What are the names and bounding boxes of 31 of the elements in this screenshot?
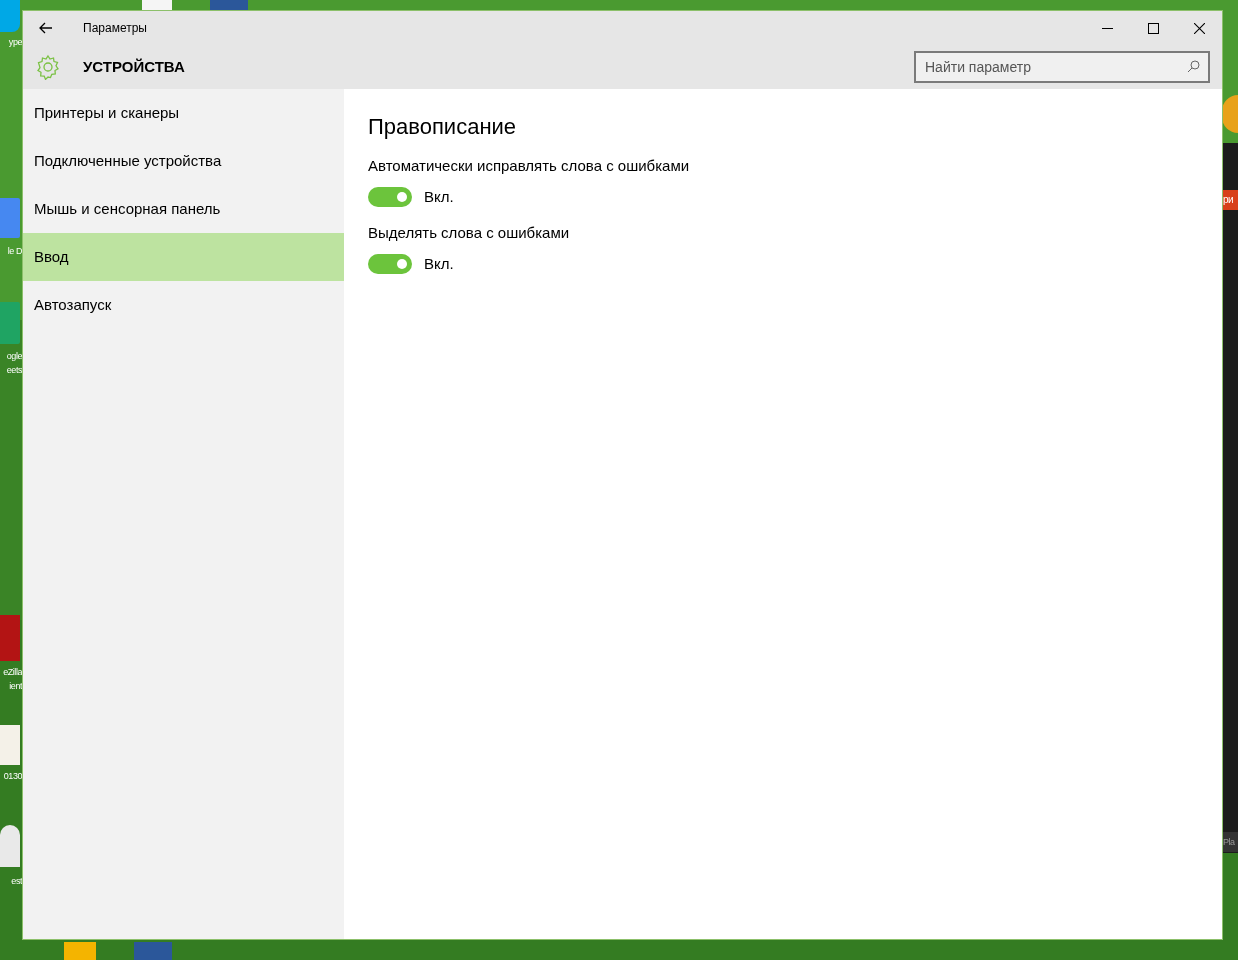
desktop-icon-label: 0130 [3, 770, 22, 783]
desktop-icon-label: le D [7, 245, 22, 258]
page-heading: Правописание [368, 113, 518, 141]
toggle-switch[interactable] [368, 253, 412, 274]
desktop-icon-label: eZilla [3, 666, 22, 679]
desktop-icon-label: ype [8, 36, 22, 49]
setting-label: Автоматически исправлять слова с ошибками [368, 156, 691, 176]
app-button[interactable]: ри [1223, 190, 1238, 210]
window-title: Параметры [83, 20, 147, 37]
search-icon [1187, 60, 1200, 73]
close-icon [1193, 22, 1205, 34]
toggle-switch[interactable] [368, 186, 412, 207]
desktop-icon-label: est [11, 875, 22, 888]
minimize-icon [1101, 27, 1113, 29]
gear-icon [35, 54, 61, 80]
sidebar-item[interactable]: Подключенные устройства [23, 137, 344, 185]
desktop-icon-label: ient [9, 680, 22, 693]
toggle-state: Вкл. [424, 186, 454, 207]
sidebar-item[interactable]: Принтеры и сканеры [23, 89, 344, 137]
toggle-state: Вкл. [424, 253, 454, 274]
section-title: УСТРОЙСТВА [83, 56, 185, 77]
maximize-icon [1147, 22, 1159, 34]
sidebar-item[interactable]: Автозапуск [23, 281, 344, 329]
desktop-icon-label: ogle [6, 350, 22, 363]
search-field[interactable]: Найти параметр [914, 51, 1210, 83]
sidebar-item[interactable]: Мышь и сенсорная панель [23, 185, 344, 233]
desktop-icon-label: eets [6, 364, 22, 377]
back-arrow-icon [39, 22, 53, 34]
sidebar-item[interactable]: Ввод [23, 233, 344, 281]
app-tab[interactable]: Pla [1223, 832, 1238, 852]
setting-label: Выделять слова с ошибками [368, 223, 571, 243]
